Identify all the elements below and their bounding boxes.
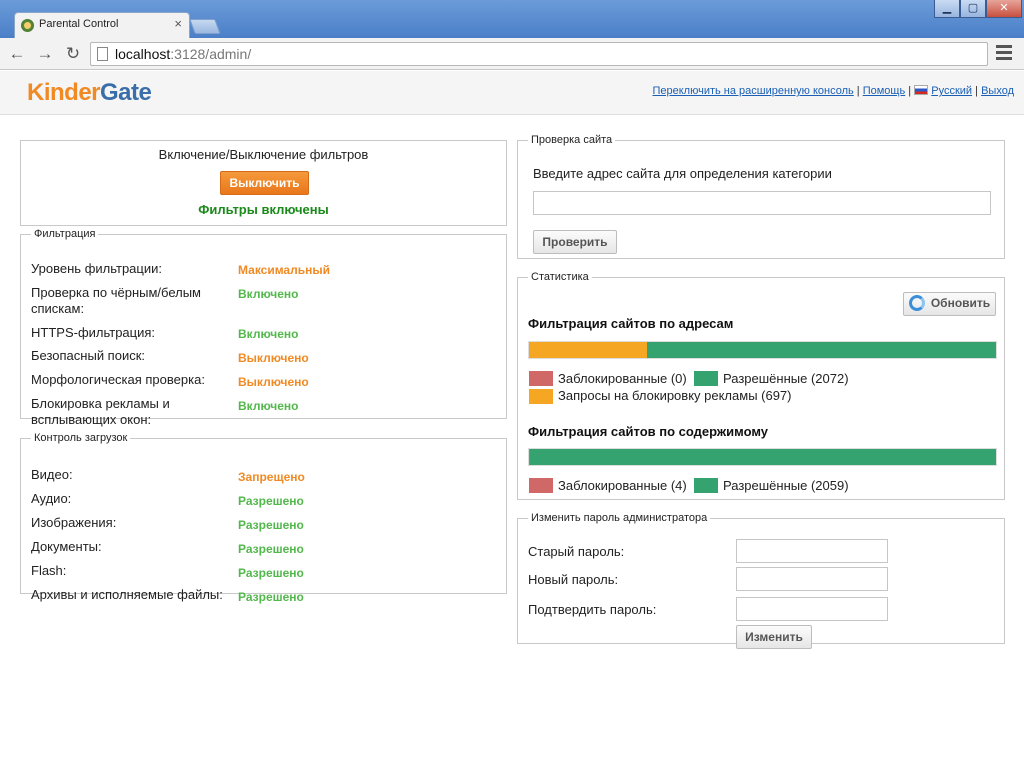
filters-status: Фильтры включены — [198, 202, 329, 217]
top-links: Переключить на расширенную консоль | Пом… — [652, 85, 1014, 97]
video-value: Запрещено — [238, 470, 305, 484]
site-check-panel: Проверка сайта Введите адрес сайта для о… — [517, 134, 1005, 259]
archives-label: Архивы и исполняемые файлы: — [31, 587, 223, 602]
page-icon — [97, 47, 108, 61]
site-check-prompt: Введите адрес сайта для определения кате… — [533, 166, 832, 181]
documents-label: Документы: — [31, 539, 102, 554]
new-tab-button[interactable] — [189, 19, 221, 34]
allowed-swatch — [694, 371, 718, 386]
address-allowed-legend: Разрешённые (2072) — [723, 371, 849, 386]
filtering-panel: Фильтрация Уровень фильтрации: Максималь… — [20, 228, 507, 427]
content-filter-title: Фильтрация сайтов по содержимому — [528, 424, 769, 439]
morph-check-value: Выключено — [238, 375, 309, 389]
ad-block-value: Включено — [238, 399, 299, 413]
downloads-legend: Контроль загрузок — [34, 432, 128, 444]
safe-search-value: Выключено — [238, 351, 309, 365]
content-allowed-segment — [529, 449, 996, 465]
favicon-icon — [21, 19, 34, 32]
refresh-button[interactable]: Обновить — [903, 292, 996, 316]
maximize-icon[interactable]: ▢ — [960, 0, 986, 18]
site-check-legend: Проверка сайта — [531, 134, 613, 146]
help-link[interactable]: Помощь — [863, 85, 906, 97]
password-panel: Изменить пароль администратора Старый па… — [517, 512, 1005, 649]
url-text: localhost:3128/admin/ — [115, 46, 252, 62]
filter-level-value: Максимальный — [238, 263, 330, 277]
audio-value: Разрешено — [238, 494, 304, 508]
ads-swatch — [529, 389, 553, 404]
old-password-field[interactable] — [736, 539, 888, 563]
confirm-password-field[interactable] — [736, 597, 888, 621]
tab-close-icon[interactable]: × — [174, 17, 182, 31]
audio-label: Аудио: — [31, 491, 72, 506]
address-blocked-legend: Заблокированные (0) — [558, 371, 687, 386]
content-filter-bar — [528, 448, 997, 466]
page-header: KinderGate Переключить на расширенную ко… — [0, 71, 1024, 115]
address-ads-legend: Запросы на блокировку рекламы (697) — [558, 388, 792, 403]
confirm-password-label: Подтвердить пароль: — [528, 602, 657, 617]
flash-label: Flash: — [31, 563, 67, 578]
logout-link[interactable]: Выход — [981, 85, 1014, 97]
content-blocked-swatch — [529, 478, 553, 493]
forward-arrow-icon[interactable]: → — [34, 43, 56, 65]
ad-block-label: Блокировка рекламы и всплывающих окон: — [31, 396, 170, 427]
minimize-icon[interactable]: ▁ — [934, 0, 960, 18]
russian-flag-icon — [914, 85, 929, 95]
filter-level-label: Уровень фильтрации: — [31, 261, 162, 276]
site-url-input[interactable] — [533, 191, 991, 215]
disable-filters-button[interactable]: Выключить — [220, 171, 309, 195]
new-password-field[interactable] — [736, 567, 888, 591]
window-close-icon[interactable]: ✕ — [986, 0, 1022, 18]
flash-value: Разрешено — [238, 566, 304, 580]
content-allowed-swatch — [694, 478, 718, 493]
archives-value: Разрешено — [238, 590, 304, 604]
images-value: Разрешено — [238, 518, 304, 532]
back-arrow-icon[interactable]: ← — [6, 43, 28, 65]
kindergate-logo: KinderGate — [27, 79, 152, 106]
old-password-label: Старый пароль: — [528, 544, 625, 559]
address-allowed-segment — [646, 342, 996, 358]
refresh-label: Обновить — [930, 296, 991, 310]
change-password-button[interactable]: Изменить — [736, 625, 812, 649]
address-bar[interactable]: localhost:3128/admin/ — [90, 42, 988, 66]
new-password-label: Новый пароль: — [528, 572, 619, 587]
safe-search-label: Безопасный поиск: — [31, 348, 146, 363]
statistics-panel: Статистика Обновить Фильтрация сайтов по… — [517, 271, 1005, 500]
images-label: Изображения: — [31, 515, 117, 530]
hamburger-menu-icon[interactable] — [996, 45, 1012, 61]
documents-value: Разрешено — [238, 542, 304, 556]
https-filter-value: Включено — [238, 327, 299, 341]
advanced-console-link[interactable]: Переключить на расширенную консоль — [652, 85, 853, 97]
filters-toggle-title: Включение/Выключение фильтров — [158, 147, 369, 162]
browser-toolbar: ← → ↻ localhost:3128/admin/ — [0, 38, 1024, 70]
https-filter-label: HTTPS-фильтрация: — [31, 325, 156, 340]
language-link[interactable]: Русский — [931, 85, 972, 97]
reload-icon[interactable]: ↻ — [62, 43, 84, 65]
statistics-legend: Статистика — [531, 271, 589, 283]
browser-tab[interactable]: Parental Control × — [14, 12, 190, 38]
filtering-legend: Фильтрация — [34, 228, 96, 240]
filters-toggle-panel: Включение/Выключение фильтров Выключить … — [20, 140, 507, 226]
browser-titlebar: Parental Control × ▁ ▢ ✕ — [0, 0, 1024, 38]
address-filter-bar — [528, 341, 997, 359]
blacklist-check-value: Включено — [238, 287, 299, 301]
address-ads-segment — [529, 342, 647, 358]
tab-title: Parental Control — [39, 18, 119, 30]
content-allowed-legend: Разрешённые (2059) — [723, 478, 849, 493]
check-site-button[interactable]: Проверить — [533, 230, 617, 254]
refresh-icon — [908, 295, 925, 311]
content-blocked-legend: Заблокированные (4) — [558, 478, 687, 493]
blocked-swatch — [529, 371, 553, 386]
password-legend: Изменить пароль администратора — [531, 512, 708, 524]
blacklist-check-label: Проверка по чёрным/белым спискам: — [31, 285, 201, 316]
address-filter-title: Фильтрация сайтов по адресам — [528, 316, 734, 331]
video-label: Видео: — [31, 467, 73, 482]
morph-check-label: Морфологическая проверка: — [31, 372, 205, 387]
downloads-panel: Контроль загрузок Видео: Запрещено Аудио… — [20, 432, 507, 604]
